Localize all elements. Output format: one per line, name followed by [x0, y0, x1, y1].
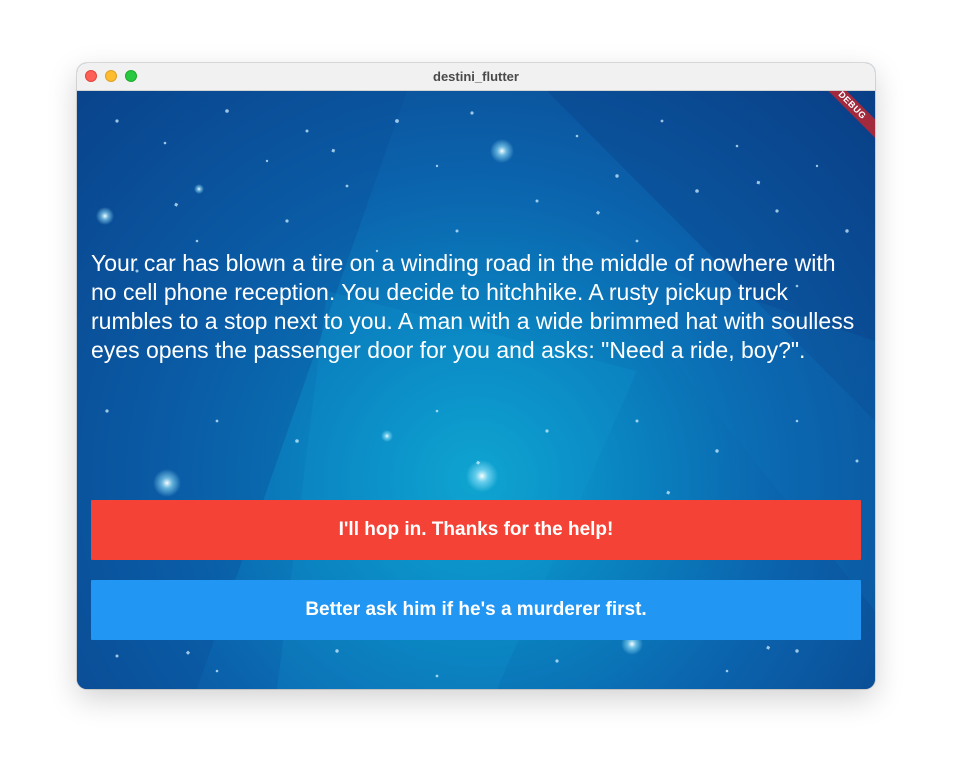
- title-bar[interactable]: destini_flutter: [77, 63, 875, 91]
- choice-1-label: I'll hop in. Thanks for the help!: [338, 519, 614, 540]
- close-window-button[interactable]: [85, 70, 97, 82]
- window-title: destini_flutter: [433, 69, 519, 84]
- minimize-window-button[interactable]: [105, 70, 117, 82]
- choice-1-button[interactable]: I'll hop in. Thanks for the help!: [91, 500, 861, 560]
- zoom-window-button[interactable]: [125, 70, 137, 82]
- story-screen: DEBUG Your car has blown a tire on a win…: [77, 91, 875, 689]
- story-text: Your car has blown a tire on a winding r…: [91, 250, 855, 363]
- window-controls: [85, 70, 137, 82]
- choice-2-button[interactable]: Better ask him if he's a murderer first.: [91, 580, 861, 640]
- choice-2-label: Better ask him if he's a murderer first.: [305, 599, 647, 620]
- app-window: destini_flutter DEBUG Your car has blown…: [77, 63, 875, 689]
